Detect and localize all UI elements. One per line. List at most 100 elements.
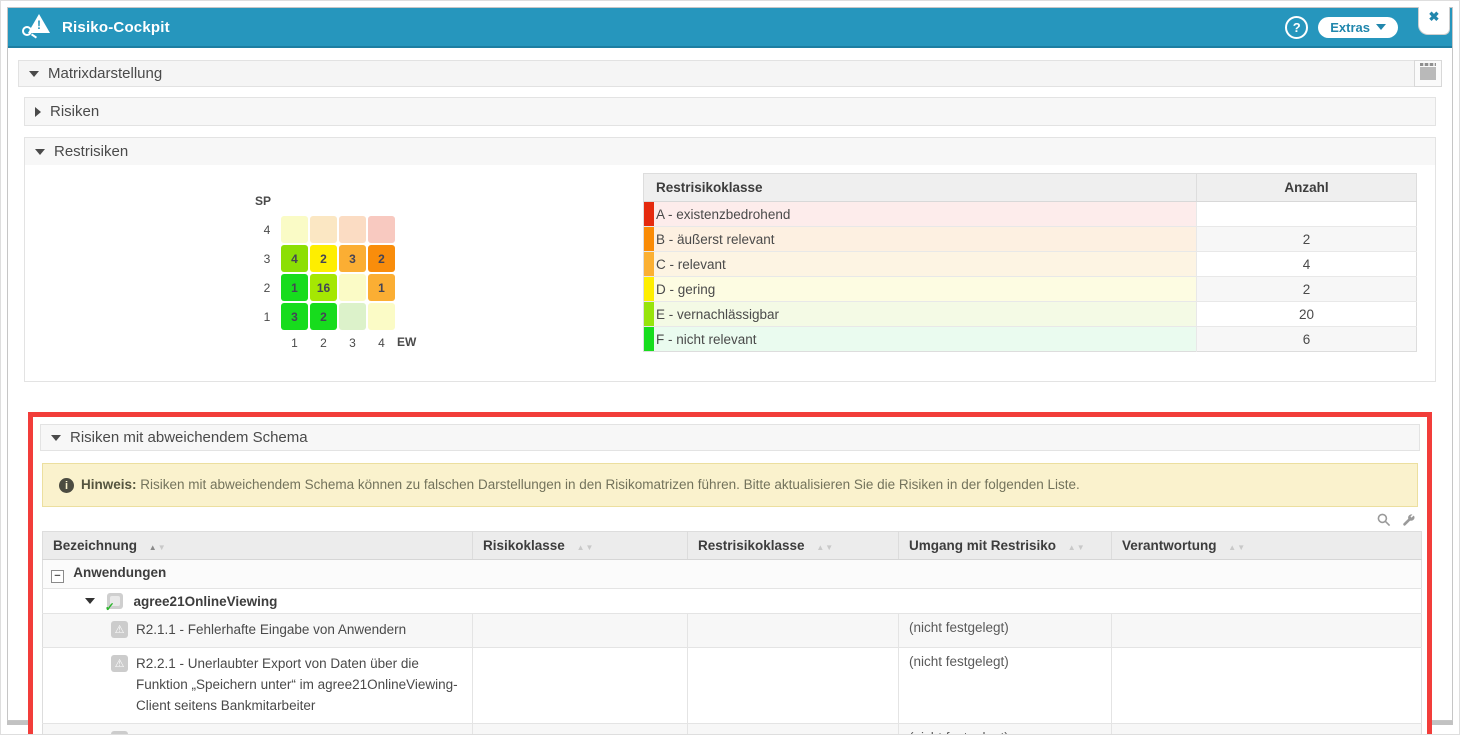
matrix-x-axis-label: EW [397,332,427,359]
risk-row[interactable]: ⚠ R2.1.1 - Fehlerhafte Eingabe von Anwend… [43,614,1422,648]
matrix-cell[interactable]: 2 [310,303,337,330]
chevron-down-icon [51,435,61,441]
chevron-down-icon[interactable] [85,598,95,604]
header-label: Verantwortung [1122,538,1217,553]
wrench-icon[interactable] [1400,512,1416,528]
section-matrixdarstellung-label: Matrixdarstellung [48,65,162,82]
content-area: Matrixdarstellung Risiken [8,48,1452,735]
collapse-minus-icon[interactable]: − [51,570,64,583]
group-row-anwendungen[interactable]: − Anwendungen [43,560,1422,589]
risk-restrisikoklasse [688,647,899,723]
subgroup-row-agree21onlineviewing[interactable]: ✓ agree21OnlineViewing [43,589,1422,614]
restrisiko-class-table-wrap: Restrisikoklasse Anzahl A - existenzbedr… [643,173,1417,359]
risk-row[interactable]: ⚠ R2.2.1 - Unerlaubter Export von Daten ü… [43,647,1422,723]
matrix-row-label: 1 [255,303,279,330]
section-matrixdarstellung-header[interactable]: Matrixdarstellung [18,60,1442,87]
hint-body: Risiken mit abweichendem Schema können z… [137,477,1080,492]
matrix-cell[interactable] [368,303,395,330]
column-header-umgang[interactable]: Umgang mit Restrisiko ▲▼ [899,532,1112,560]
sort-icons: ▲▼ [816,543,834,552]
matrix-cell[interactable]: 3 [281,303,308,330]
class-label: A - existenzbedrohend [656,207,790,222]
hint-text: Hinweis: Risiken mit abweichendem Schema… [81,477,1080,492]
class-label: B - äußerst relevant [656,232,775,247]
restrisiken-body: SP 4 3 4 2 3 [25,165,1435,381]
matrix-cell[interactable]: 2 [368,245,395,272]
class-label: D - gering [656,282,715,297]
matrix-cell[interactable] [310,216,337,243]
close-icon: ✖ [1429,9,1440,25]
risk-umgang: (nicht festgelegt) [899,723,1112,735]
panel-restrisiken: Restrisiken SP 4 [24,137,1436,382]
matrix-cell[interactable]: 2 [310,245,337,272]
titlebar: ! Risiko-Cockpit ? Extras ✖ [8,8,1452,48]
help-button[interactable]: ? [1285,16,1308,39]
matrix-cell[interactable] [339,216,366,243]
header-label: Risikoklasse [483,538,565,553]
column-header-restrisikoklasse[interactable]: Restrisikoklasse ▲▼ [688,532,899,560]
section-abweichend-header[interactable]: Risiken mit abweichendem Schema [40,424,1420,451]
matrix-row-label: 3 [255,245,279,272]
class-row-a: A - existenzbedrohend [644,202,1417,227]
sort-icons: ▲▼ [577,543,595,552]
group-label: Anwendungen [73,565,166,580]
sort-icons: ▲▼ [1068,543,1086,552]
class-color-strip [644,277,654,301]
class-row-d: D - gering 2 [644,277,1417,302]
column-header-bezeichnung[interactable]: Bezeichnung ▲▼ [43,532,473,560]
class-label: C - relevant [656,257,726,272]
extras-label: Extras [1330,20,1370,35]
class-table-header-class: Restrisikoklasse [644,174,1197,202]
grid-glyph [1420,67,1436,80]
risk-bezeichnung: R2.1.1 - Fehlerhafte Eingabe von Anwende… [136,620,406,641]
application-icon: ✓ [107,593,123,609]
class-count [1197,202,1417,227]
chevron-down-icon [29,71,39,77]
class-color-strip [644,227,654,251]
class-row-b: B - äußerst relevant 2 [644,227,1417,252]
check-icon: ✓ [105,600,115,614]
matrix-cell[interactable] [281,216,308,243]
risk-row[interactable]: ⚠R2.2.2 - Unerlaubter Export von Daten ü… [43,723,1422,735]
matrix-cell[interactable]: 3 [339,245,366,272]
restrisiko-class-table: Restrisikoklasse Anzahl A - existenzbedr… [643,173,1417,352]
risk-bezeichnung: R2.2.1 - Unerlaubter Export von Daten üb… [136,654,462,717]
matrix-cell[interactable]: 1 [281,274,308,301]
table-toolbar [40,507,1420,531]
extras-button[interactable]: Extras [1318,17,1398,38]
subgroup-label: agree21OnlineViewing [134,594,278,609]
matrix-cell[interactable] [368,216,395,243]
search-icon[interactable] [1376,512,1392,528]
chevron-down-icon [35,149,45,155]
section-risiken-header[interactable]: Risiken [25,98,1435,125]
class-row-c: C - relevant 4 [644,252,1417,277]
section-restrisiken-label: Restrisiken [54,143,128,160]
matrix-cell[interactable] [339,274,366,301]
class-row-f: F - nicht relevant 6 [644,327,1417,352]
section-restrisiken-header[interactable]: Restrisiken [25,138,1435,165]
column-header-risikoklasse[interactable]: Risikoklasse ▲▼ [473,532,688,560]
matrix-cell[interactable]: 16 [310,274,337,301]
chevron-right-icon [35,107,41,117]
risk-risikoklasse [473,723,688,735]
risk-warning-icon: ⚠ [111,655,128,672]
matrix-cell[interactable]: 1 [368,274,395,301]
column-header-verantwortung[interactable]: Verantwortung ▲▼ [1112,532,1422,560]
matrix-cell[interactable] [339,303,366,330]
risk-verantwortung [1112,647,1422,723]
risk-risikoklasse [473,647,688,723]
matrix-y-axis-label: SP [255,187,279,214]
risk-warning-icon: ⚠ [111,621,128,638]
matrix-col-label: 4 [368,332,395,359]
matrix-cell[interactable]: 4 [281,245,308,272]
matrix-col-label: 2 [310,332,337,359]
layout-grid-icon[interactable] [1414,60,1442,87]
risk-umgang: (nicht festgelegt) [899,614,1112,648]
close-button[interactable]: ✖ [1418,7,1450,35]
class-row-e: E - vernachlässigbar 20 [644,302,1417,327]
sort-icons: ▲▼ [1228,543,1246,552]
info-icon: i [59,478,74,493]
highlighted-section-risiken-abweichendes-schema: Risiken mit abweichendem Schema i Hinwei… [28,412,1432,735]
risk-risikoklasse [473,614,688,648]
matrix-col-label: 3 [339,332,366,359]
